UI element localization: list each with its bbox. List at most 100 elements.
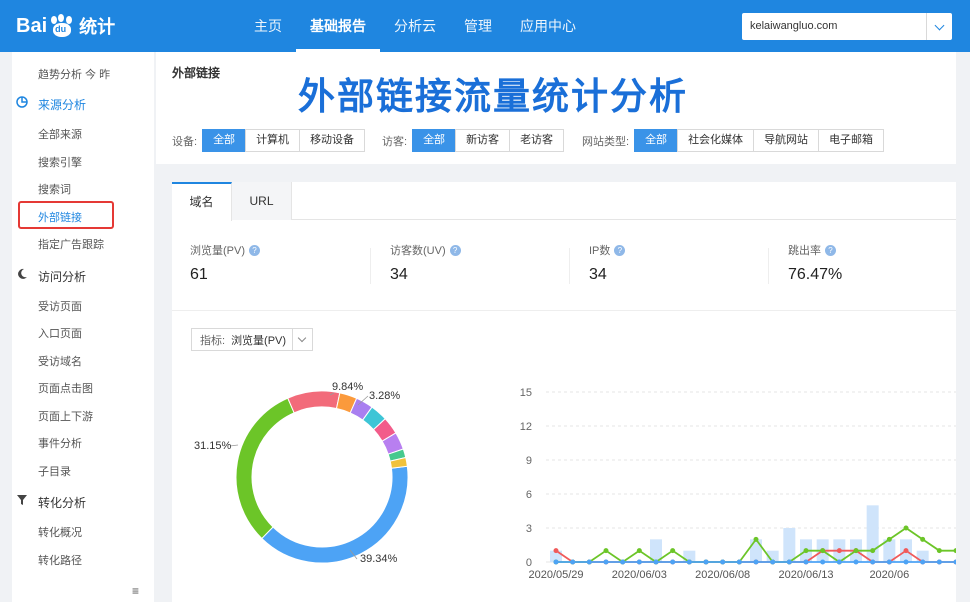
series-point[interactable]	[753, 536, 759, 542]
filter-option[interactable]: 新访客	[455, 129, 511, 152]
sidebar-item[interactable]: 入口页面	[12, 325, 154, 341]
series-point[interactable]	[953, 559, 957, 565]
series-point[interactable]	[903, 559, 909, 565]
filter-option[interactable]: 老访客	[509, 129, 565, 152]
report-panel: 域名 URL 浏览量(PV)? 61 访客数(UV)? 34 IP数? 34 跳出率? 76.4…	[172, 182, 956, 602]
nav-item-1[interactable]: 基础报告	[296, 0, 380, 52]
sidebar-group-label: 转化分析	[38, 496, 87, 510]
sidebar-group-label: 来源分析	[38, 98, 87, 112]
help-icon[interactable]: ?	[825, 244, 836, 256]
series-point[interactable]	[886, 559, 892, 565]
sidebar-group-1[interactable]: 访问分析	[12, 268, 154, 285]
series-point[interactable]	[570, 559, 576, 565]
x-tick-label: 2020/06	[869, 569, 909, 581]
series-point[interactable]	[670, 548, 676, 554]
series-point[interactable]	[553, 548, 559, 554]
sidebar-item[interactable]: 子目录	[12, 463, 154, 479]
sidebar-item[interactable]: 受访域名	[12, 353, 154, 369]
tab-1[interactable]: URL	[232, 182, 292, 220]
filter-option[interactable]: 全部	[634, 129, 679, 152]
filter-option[interactable]: 导航网站	[753, 129, 820, 152]
series-point[interactable]	[853, 559, 859, 565]
series-point[interactable]	[753, 559, 759, 565]
series-point[interactable]	[903, 548, 909, 554]
series-point[interactable]	[686, 559, 692, 565]
series-point[interactable]	[803, 548, 809, 554]
series-point[interactable]	[870, 559, 876, 565]
tab-0[interactable]: 域名	[172, 182, 232, 221]
metric-value: 34	[390, 266, 408, 283]
series-point[interactable]	[903, 525, 909, 531]
filter-option[interactable]: 计算机	[245, 129, 301, 152]
series-point[interactable]	[770, 559, 776, 565]
series-point[interactable]	[936, 559, 942, 565]
sidebar-item[interactable]: 页面点击图	[12, 380, 154, 396]
bar[interactable]	[750, 539, 762, 562]
series-point[interactable]	[636, 548, 642, 554]
series-point[interactable]	[703, 559, 709, 565]
series-point[interactable]	[836, 548, 842, 554]
series-point[interactable]	[820, 548, 826, 554]
nav-item-3[interactable]: 管理	[450, 0, 506, 52]
series-point[interactable]	[553, 559, 559, 565]
filter-option[interactable]: 社会化媒体	[677, 129, 755, 152]
sidebar-item[interactable]: 事件分析	[12, 435, 154, 451]
series-point[interactable]	[670, 559, 676, 565]
pie-slice[interactable]	[261, 465, 409, 564]
sidebar-item[interactable]: 页面上下游	[12, 408, 154, 424]
series-point[interactable]	[603, 559, 609, 565]
help-icon[interactable]: ?	[249, 244, 260, 256]
pie-slice[interactable]	[235, 397, 295, 540]
series-point[interactable]	[586, 559, 592, 565]
sidebar-group-2[interactable]: 转化分析	[12, 494, 154, 511]
chevron-down-icon	[292, 329, 312, 350]
series-point[interactable]	[803, 559, 809, 565]
nav-item-0[interactable]: 主页	[240, 0, 296, 52]
series-point[interactable]	[920, 559, 926, 565]
series-point[interactable]	[870, 548, 876, 554]
sidebar-group-0[interactable]: 来源分析	[12, 96, 154, 113]
trend-analysis-link[interactable]: 趋势分析 今 昨	[12, 66, 154, 82]
sidebar-item[interactable]: 转化路径	[12, 552, 154, 568]
metric-value: 76.47%	[788, 266, 843, 283]
series-point[interactable]	[736, 559, 742, 565]
series-point[interactable]	[636, 559, 642, 565]
series-point[interactable]	[620, 559, 626, 565]
series-point[interactable]	[836, 559, 842, 565]
site-select[interactable]: kelaiwangluo.com	[742, 13, 952, 40]
sidebar-item[interactable]: 转化概况	[12, 524, 154, 540]
baidu-tongji-logo[interactable]: Bai du 统计	[16, 12, 115, 40]
filter-option[interactable]: 电子邮箱	[818, 129, 885, 152]
series-point[interactable]	[820, 559, 826, 565]
sidebar-item[interactable]: 受访页面	[12, 298, 154, 314]
indicator-select[interactable]: 指标: 浏览量(PV)	[191, 328, 313, 351]
series-point[interactable]	[853, 548, 859, 554]
device-filter: 设备: 全部 计算机 移动设备	[172, 129, 366, 152]
sidebar-item[interactable]: 指定广告跟踪	[12, 236, 154, 252]
series-point[interactable]	[603, 548, 609, 554]
series-point[interactable]	[886, 536, 892, 542]
sidebar-item[interactable]: 全部来源	[12, 126, 154, 142]
filter-option[interactable]: 移动设备	[299, 129, 366, 152]
series-point[interactable]	[653, 559, 659, 565]
collapse-icon[interactable]: ≡	[132, 584, 139, 598]
nav-item-2[interactable]: 分析云	[380, 0, 450, 52]
bar[interactable]	[866, 505, 879, 562]
series-point[interactable]	[953, 548, 957, 554]
funnel-icon	[17, 495, 27, 505]
sidebar-item[interactable]: 外部链接	[12, 209, 154, 225]
series-point[interactable]	[920, 536, 926, 542]
filter-option[interactable]: 全部	[202, 129, 247, 152]
bar[interactable]	[783, 528, 796, 562]
filter-option[interactable]: 全部	[412, 129, 457, 152]
chevron-down-icon[interactable]	[926, 13, 952, 40]
help-icon[interactable]: ?	[614, 244, 626, 256]
help-icon[interactable]: ?	[449, 244, 461, 256]
sidebar-item[interactable]: 搜索引擎	[12, 154, 154, 170]
nav-item-4[interactable]: 应用中心	[506, 0, 590, 52]
series-point[interactable]	[786, 559, 792, 565]
series-point[interactable]	[720, 559, 726, 565]
series-point[interactable]	[936, 548, 942, 554]
main-nav: 主页 基础报告 分析云 管理 应用中心	[240, 0, 590, 52]
sidebar-item[interactable]: 搜索词	[12, 181, 154, 197]
